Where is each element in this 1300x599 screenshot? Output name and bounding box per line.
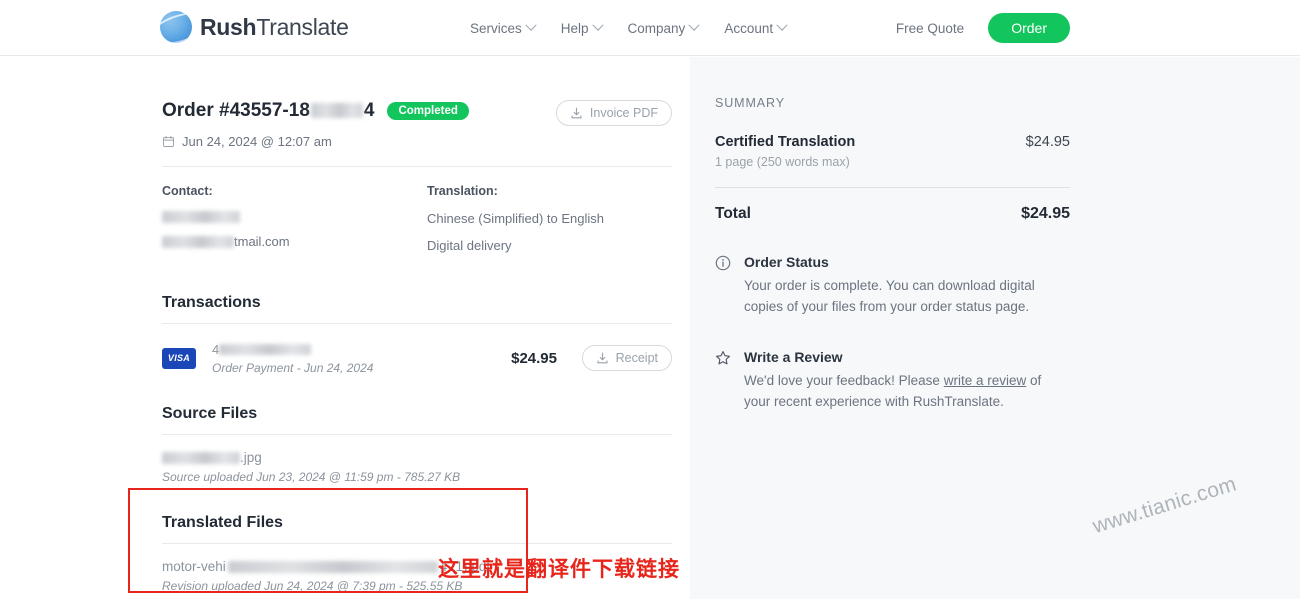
- contact-name-redaction: [162, 211, 240, 223]
- total-price: $24.95: [1021, 205, 1070, 222]
- transaction-details: 4 Order Payment - Jun 24, 2024: [212, 342, 373, 375]
- order-main-column: Order #43557-18 4 Completed Invoice PDF J…: [162, 57, 672, 593]
- site-header: RushTranslate Services Help Company Acco…: [0, 0, 1300, 56]
- card-number-prefix: 4: [212, 341, 220, 357]
- details-columns: Contact: tmail.com Translation: Chinese …: [162, 184, 672, 264]
- chevron-down-icon: [591, 19, 604, 31]
- transaction-amount: $24.95: [511, 349, 557, 367]
- chevron-down-icon: [525, 19, 537, 31]
- review-text-before: We'd love your feedback! Please: [744, 372, 944, 388]
- order-status-block: Order Status Your order is complete. You…: [715, 254, 1070, 318]
- transactions-heading: Transactions: [162, 294, 261, 312]
- contact-email-suffix: tmail.com: [234, 234, 290, 249]
- translated-files-heading: Translated Files: [162, 514, 283, 532]
- free-quote-link[interactable]: Free Quote: [896, 21, 964, 36]
- translated-file-name-redaction: [227, 560, 438, 573]
- main-navigation: Services Help Company Account: [470, 0, 788, 56]
- contact-column: Contact: tmail.com: [162, 184, 427, 264]
- calendar-icon: [162, 135, 175, 148]
- info-circle-icon: [715, 255, 731, 271]
- write-review-block: Write a Review We'd love your feedback! …: [715, 349, 1070, 413]
- divider: [715, 187, 1070, 188]
- divider: [162, 543, 672, 545]
- nav-label-company: Company: [627, 20, 686, 36]
- order-button[interactable]: Order: [988, 13, 1070, 43]
- summary-item-detail: 1 page (250 words max): [715, 155, 850, 169]
- page-title: Order #43557-18 4: [162, 100, 374, 122]
- download-icon: [597, 352, 608, 364]
- contact-label: Contact:: [162, 184, 213, 198]
- logo-text: RushTranslate: [200, 14, 349, 41]
- globe-icon: [160, 11, 192, 43]
- nav-label-services: Services: [470, 20, 522, 36]
- divider: [162, 166, 672, 167]
- source-file-name[interactable]: .jpg: [162, 450, 672, 465]
- write-review-title: Write a Review: [744, 348, 843, 365]
- summary-heading: SUMMARY: [715, 96, 785, 110]
- nav-item-help[interactable]: Help: [560, 19, 604, 36]
- write-a-review-link[interactable]: write a review: [944, 373, 1027, 388]
- annotation-label: 这里就是翻译件下载链接: [438, 558, 680, 581]
- translation-column: Translation: Chinese (Simplified) to Eng…: [427, 184, 604, 264]
- header-actions: Free Quote Order: [896, 0, 1070, 56]
- transaction-description: Order Payment - Jun 24, 2024: [212, 360, 374, 375]
- divider: [162, 434, 672, 436]
- nav-label-account: Account: [724, 20, 774, 36]
- translation-label: Translation:: [427, 184, 498, 198]
- source-file-meta: Source uploaded Jun 23, 2024 @ 11:59 pm …: [162, 470, 461, 485]
- contact-email-redaction: [162, 236, 234, 248]
- translated-file-name-prefix: motor-vehi: [162, 559, 226, 575]
- summary-column: SUMMARY Certified Translation $24.95 1 p…: [715, 57, 1070, 413]
- chevron-down-icon: [688, 19, 700, 31]
- chevron-down-icon: [776, 19, 788, 31]
- contact-email: tmail.com: [162, 234, 427, 250]
- source-file-name-redaction: [162, 451, 240, 464]
- order-number-prefix: Order #43557-18: [162, 100, 310, 121]
- nav-item-company[interactable]: Company: [627, 19, 700, 36]
- nav-item-services[interactable]: Services: [470, 19, 537, 36]
- card-number-redaction: [219, 343, 312, 355]
- total-label: Total: [715, 205, 751, 222]
- logo-text-bold: Rush: [200, 13, 257, 40]
- nav-label-help: Help: [560, 20, 589, 36]
- summary-item-price: $24.95: [1025, 134, 1070, 150]
- invoice-pdf-label: Invoice PDF: [589, 106, 658, 120]
- source-file-extension: .jpg: [240, 450, 262, 466]
- order-date: Jun 24, 2024 @ 12:07 am: [162, 134, 672, 149]
- summary-line-item: Certified Translation $24.95: [715, 134, 1070, 150]
- transaction-row: VISA 4 Order Payment - Jun 24, 2024 $24.…: [162, 341, 672, 375]
- order-number-suffix: 4: [363, 100, 375, 121]
- delivery-method: Digital delivery: [427, 237, 512, 253]
- source-file-item[interactable]: .jpg Source uploaded Jun 23, 2024 @ 11:5…: [162, 450, 672, 484]
- order-status-body: Your order is complete. You can download…: [744, 278, 1035, 314]
- visa-card-icon: VISA: [162, 347, 196, 369]
- translation-language-pair: Chinese (Simplified) to English: [427, 211, 605, 226]
- site-logo[interactable]: RushTranslate: [160, 11, 349, 43]
- divider: [162, 323, 672, 325]
- summary-item-name: Certified Translation: [715, 134, 856, 150]
- summary-total-row: Total $24.95: [715, 205, 1070, 223]
- write-review-body: We'd love your feedback! Please write a …: [744, 371, 1070, 413]
- star-icon: [716, 350, 730, 365]
- download-icon: [571, 107, 582, 118]
- contact-name: [162, 211, 427, 223]
- order-number-redaction: [310, 103, 363, 119]
- receipt-label: Receipt: [615, 351, 658, 366]
- card-number: 4: [212, 342, 373, 357]
- nav-item-account[interactable]: Account: [724, 19, 788, 36]
- order-status-title: Order Status: [744, 254, 829, 270]
- status-badge: Completed: [387, 102, 469, 120]
- logo-text-light: Translate: [256, 13, 349, 40]
- source-files-heading: Source Files: [162, 405, 258, 423]
- order-details-page: RushTranslate Services Help Company Acco…: [0, 0, 1300, 599]
- invoice-pdf-button[interactable]: Invoice PDF: [555, 100, 672, 126]
- order-date-text: Jun 24, 2024 @ 12:07 am: [182, 134, 332, 149]
- receipt-button[interactable]: Receipt: [581, 345, 672, 372]
